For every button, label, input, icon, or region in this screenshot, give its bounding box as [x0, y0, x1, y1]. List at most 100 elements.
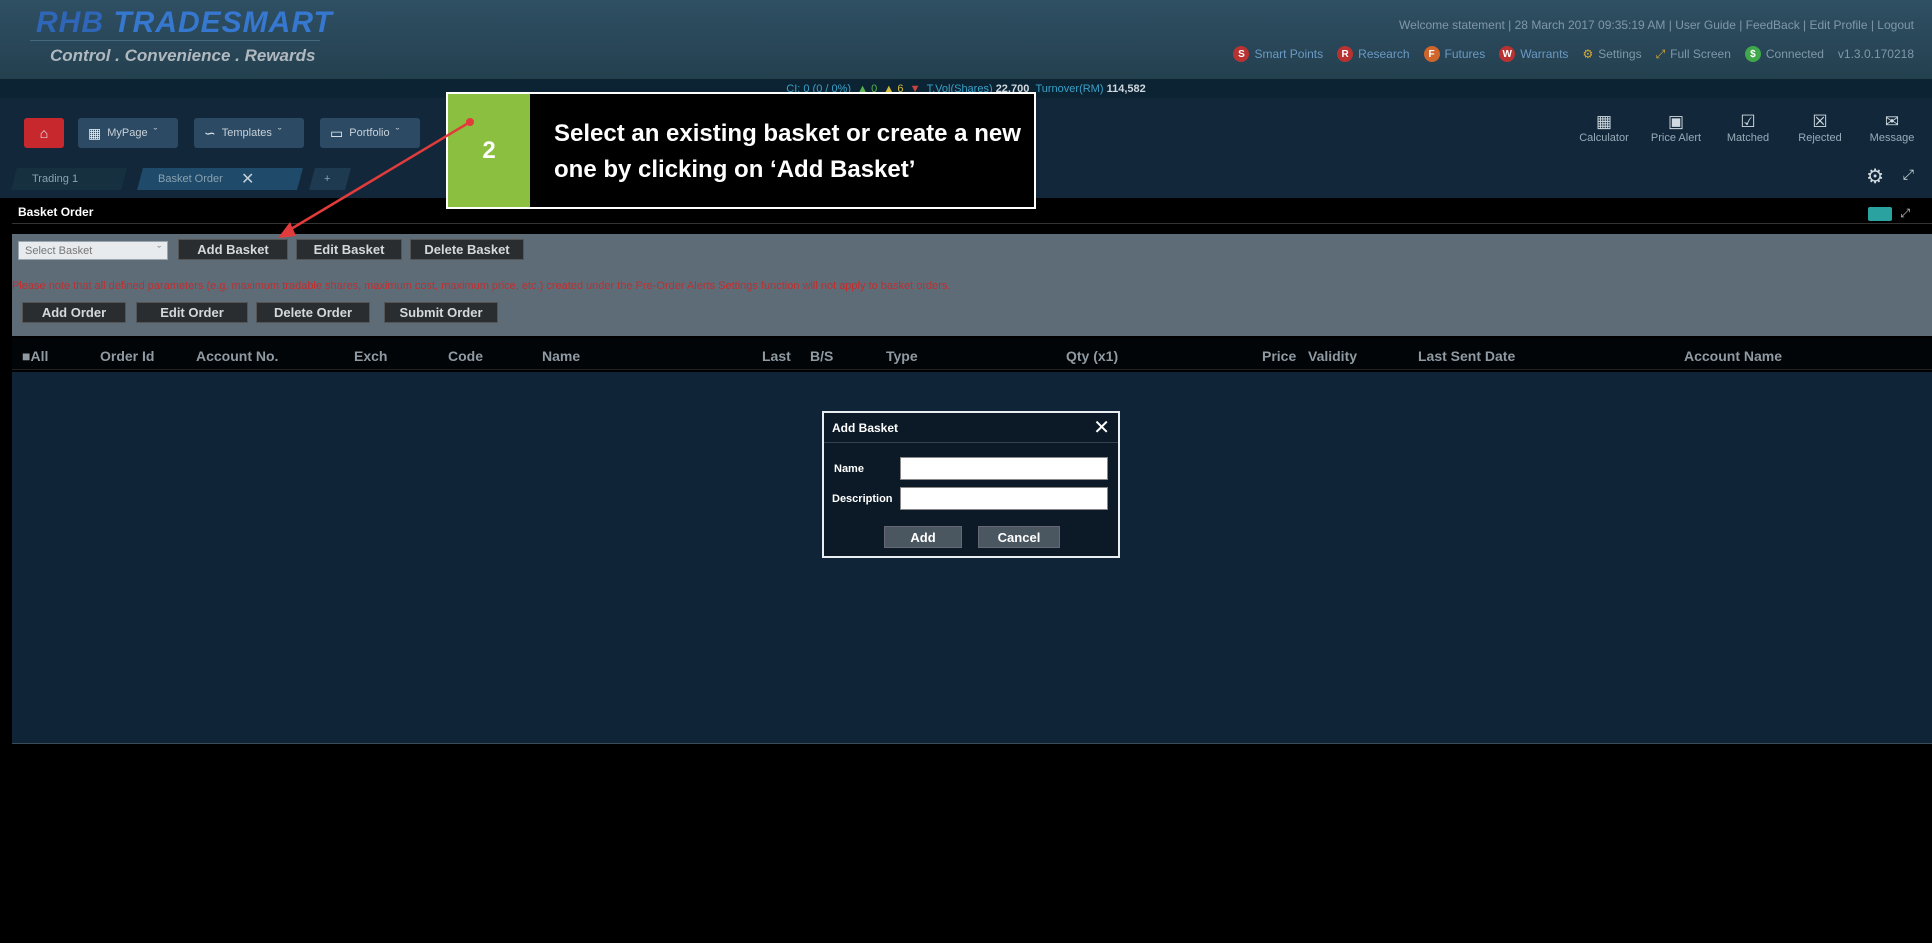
price-alert-label: Price Alert: [1650, 132, 1702, 144]
tab-basket-order-label: Basket Order: [158, 173, 223, 185]
col-bs[interactable]: B/S: [810, 348, 833, 364]
submit-order-button[interactable]: Submit Order: [384, 302, 498, 323]
matched-label: Matched: [1726, 132, 1770, 144]
mypage-label: MyPage: [107, 127, 148, 139]
gear-icon: ⚙: [1582, 47, 1594, 61]
order-toolbar: Add Order Edit Order Delete Order Submit…: [12, 266, 1932, 336]
envelope-icon: ✉: [1884, 112, 1900, 131]
description-input[interactable]: [900, 487, 1108, 510]
grid-icon: ▦: [88, 124, 102, 141]
futures-icon: F: [1423, 46, 1440, 62]
tab-trading-1-label: Trading 1: [32, 173, 79, 185]
user-links[interactable]: Welcome statement | 28 March 2017 09:35:…: [1399, 18, 1914, 32]
col-exch[interactable]: Exch: [354, 348, 387, 364]
select-all-checkbox[interactable]: ■All: [22, 348, 48, 364]
dollar-icon: ▣: [1667, 112, 1685, 131]
tab-trading-1[interactable]: Trading 1: [11, 168, 127, 190]
col-account-no[interactable]: Account No.: [196, 348, 278, 364]
add-button[interactable]: Add: [884, 526, 962, 548]
smart-points-link[interactable]: S Smart Points: [1233, 46, 1323, 62]
col-last[interactable]: Last: [762, 348, 791, 364]
col-order-id[interactable]: Order Id: [100, 348, 154, 364]
add-basket-button[interactable]: Add Basket: [178, 239, 288, 260]
turnover-value: 114,582: [1106, 83, 1146, 95]
rejected-button[interactable]: ☒ Rejected: [1792, 112, 1848, 144]
delete-basket-button[interactable]: Delete Basket: [410, 239, 524, 260]
home-button[interactable]: ⌂: [24, 118, 64, 148]
turnover-label: Turnover(RM): [1035, 83, 1104, 95]
logo-rhb: RHB: [36, 6, 104, 39]
connection-status: $ Connected: [1744, 46, 1824, 62]
smart-points-label: Smart Points: [1254, 47, 1324, 61]
delete-order-button[interactable]: Delete Order: [256, 302, 370, 323]
description-label: Description: [832, 493, 893, 505]
futures-link[interactable]: F Futures: [1423, 46, 1485, 62]
matched-button[interactable]: ☑ Matched: [1720, 112, 1776, 144]
warrants-link[interactable]: W Warrants: [1499, 46, 1568, 62]
select-all-label: All: [30, 348, 49, 364]
expand-icon[interactable]: ⤢: [1903, 166, 1914, 183]
dialog-header: Add Basket ✕: [824, 413, 1118, 443]
top-toolbar: S Smart Points R Research F Futures W Warran…: [1233, 44, 1914, 64]
name-input[interactable]: [900, 457, 1108, 480]
right-tools: ▦ Calculator ▣ Price Alert ☑ Matched ☒ Rejec…: [1576, 112, 1920, 144]
home-icon: ⌂: [39, 125, 49, 141]
basket-select-value: Select Basket: [25, 244, 93, 257]
calculator-icon: ▦: [1595, 112, 1613, 131]
col-code[interactable]: Code: [448, 348, 483, 364]
col-type[interactable]: Type: [886, 348, 918, 364]
rejected-label: Rejected: [1798, 132, 1842, 144]
research-link[interactable]: R Research: [1337, 46, 1410, 62]
col-name[interactable]: Name: [542, 348, 580, 364]
layout-icon[interactable]: [1868, 206, 1893, 221]
close-icon[interactable]: ✕: [241, 169, 254, 189]
message-label: Message: [1869, 132, 1915, 144]
warrants-label: Warrants: [1520, 47, 1569, 61]
fullscreen-link[interactable]: ⤢ Full Screen: [1656, 47, 1731, 62]
col-account-name[interactable]: Account Name: [1684, 348, 1782, 364]
chart-icon: ∽: [204, 124, 216, 141]
calculator-label: Calculator: [1579, 132, 1629, 144]
message-button[interactable]: ✉ Message: [1864, 112, 1920, 144]
edit-basket-button[interactable]: Edit Basket: [296, 239, 402, 260]
templates-label: Templates: [221, 127, 272, 139]
col-qty[interactable]: Qty (x1): [1066, 348, 1118, 364]
tagline-divider: [30, 40, 320, 41]
price-alert-button[interactable]: ▣ Price Alert: [1648, 112, 1704, 144]
tab-basket-order[interactable]: Basket Order ✕: [137, 168, 303, 190]
add-basket-dialog: Add Basket ✕ Name Description Add Cancel: [822, 411, 1120, 558]
portfolio-button[interactable]: ▭ Portfolio ˇ: [320, 118, 420, 148]
plus-icon: +: [324, 173, 331, 185]
gear-icon[interactable]: ⚙: [1866, 164, 1884, 189]
smart-points-icon: S: [1233, 46, 1250, 62]
chevron-down-icon: ˇ: [395, 127, 400, 139]
add-tab-button[interactable]: +: [309, 168, 351, 190]
research-icon: R: [1337, 46, 1354, 62]
col-validity[interactable]: Validity: [1308, 348, 1357, 364]
portfolio-label: Portfolio: [349, 127, 390, 139]
maximize-icon[interactable]: ⤢: [1900, 206, 1910, 221]
col-last-sent-date[interactable]: Last Sent Date: [1418, 348, 1515, 364]
settings-link[interactable]: ⚙ Settings: [1582, 47, 1641, 61]
logo-tradesmart: TRADESMART: [113, 6, 333, 39]
cancel-button[interactable]: Cancel: [978, 526, 1060, 548]
edit-order-button[interactable]: Edit Order: [136, 302, 248, 323]
calculator-button[interactable]: ▦ Calculator: [1576, 112, 1632, 144]
col-price[interactable]: Price: [1262, 348, 1296, 364]
panel-tools: ⤢: [1868, 206, 1910, 221]
chevron-down-icon: ˇ: [157, 244, 161, 257]
version-label: v1.3.0.170218: [1837, 47, 1914, 61]
add-order-button[interactable]: Add Order: [22, 302, 126, 323]
connected-icon: $: [1744, 46, 1761, 62]
x-box-icon: ☒: [1812, 112, 1828, 131]
close-icon[interactable]: ✕: [1093, 415, 1110, 440]
chevron-down-icon: ˇ: [153, 127, 158, 139]
step-badge: 2: [448, 94, 530, 207]
connected-label: Connected: [1765, 47, 1824, 61]
research-label: Research: [1358, 47, 1410, 61]
templates-button[interactable]: ∽ Templates ˇ: [194, 118, 304, 148]
basket-select[interactable]: Select Basket ˇ: [18, 241, 168, 260]
check-icon: ☑: [1740, 112, 1756, 131]
mypage-button[interactable]: ▦ MyPage ˇ: [78, 118, 178, 148]
fullscreen-icon: ⤢: [1655, 46, 1666, 61]
